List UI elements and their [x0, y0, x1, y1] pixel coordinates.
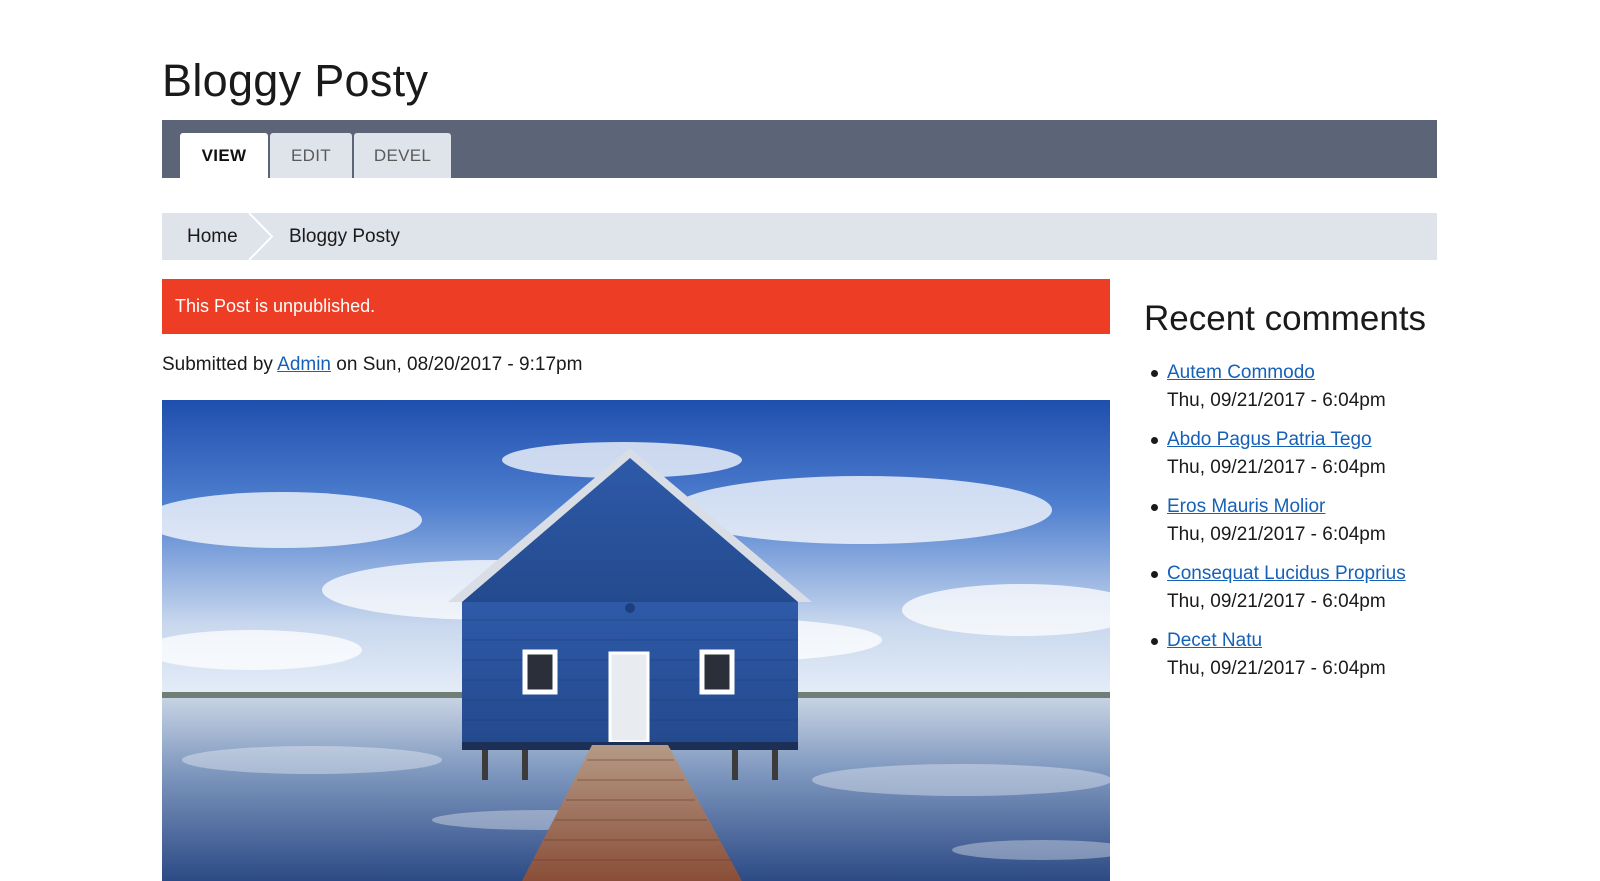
comment-date: Thu, 09/21/2017 - 6:04pm	[1167, 591, 1386, 612]
tab-devel[interactable]: Devel	[354, 133, 451, 178]
bullet-icon	[1151, 437, 1158, 444]
comment-date: Thu, 09/21/2017 - 6:04pm	[1167, 524, 1386, 545]
unpublished-alert: This Post is unpublished.	[162, 279, 1110, 334]
bullet-icon	[1151, 504, 1158, 511]
breadcrumb: Home Bloggy Posty	[162, 213, 1437, 260]
page-title: Bloggy Posty	[162, 55, 429, 106]
comment-link[interactable]: Abdo Pagus Patria Tego	[1167, 427, 1444, 453]
bullet-icon	[1151, 571, 1158, 578]
recent-comments-title: Recent comments	[1144, 299, 1427, 338]
submitted-prefix: Submitted by	[162, 354, 273, 375]
boathouse-image	[162, 400, 1110, 881]
list-item: Abdo Pagus Patria Tego Thu, 09/21/2017 -…	[1144, 427, 1444, 494]
breadcrumb-home-link[interactable]: Home	[187, 213, 238, 260]
local-tasks-bar: View Edit Devel	[162, 120, 1437, 178]
comment-link[interactable]: Consequat Lucidus Proprius	[1167, 561, 1444, 587]
list-item: Consequat Lucidus Proprius Thu, 09/21/20…	[1144, 561, 1444, 628]
recent-comments-list: Autem Commodo Thu, 09/21/2017 - 6:04pm A…	[1144, 360, 1444, 695]
post-image	[162, 400, 1110, 881]
breadcrumb-current: Bloggy Posty	[289, 226, 400, 247]
comment-date: Thu, 09/21/2017 - 6:04pm	[1167, 390, 1386, 411]
list-item: Decet Natu Thu, 09/21/2017 - 6:04pm	[1144, 628, 1444, 695]
recent-comments-block: Recent comments Autem Commodo Thu, 09/21…	[1144, 296, 1437, 679]
author-link[interactable]: Admin	[277, 354, 331, 375]
comment-link[interactable]: Decet Natu	[1167, 628, 1444, 654]
submitted-date: on Sun, 08/20/2017 - 9:17pm	[336, 354, 583, 375]
submitted-info: Submitted by Admin on Sun, 08/20/2017 - …	[162, 354, 582, 376]
list-item: Eros Mauris Molior Thu, 09/21/2017 - 6:0…	[1144, 494, 1444, 561]
bullet-icon	[1151, 638, 1158, 645]
comment-link[interactable]: Autem Commodo	[1167, 360, 1444, 386]
tab-view[interactable]: View	[180, 133, 268, 178]
list-item: Autem Commodo Thu, 09/21/2017 - 6:04pm	[1144, 360, 1444, 427]
comment-date: Thu, 09/21/2017 - 6:04pm	[1167, 658, 1386, 679]
comment-link[interactable]: Eros Mauris Molior	[1167, 494, 1444, 520]
bullet-icon	[1151, 370, 1158, 377]
tab-edit[interactable]: Edit	[270, 133, 352, 178]
comment-date: Thu, 09/21/2017 - 6:04pm	[1167, 457, 1386, 478]
